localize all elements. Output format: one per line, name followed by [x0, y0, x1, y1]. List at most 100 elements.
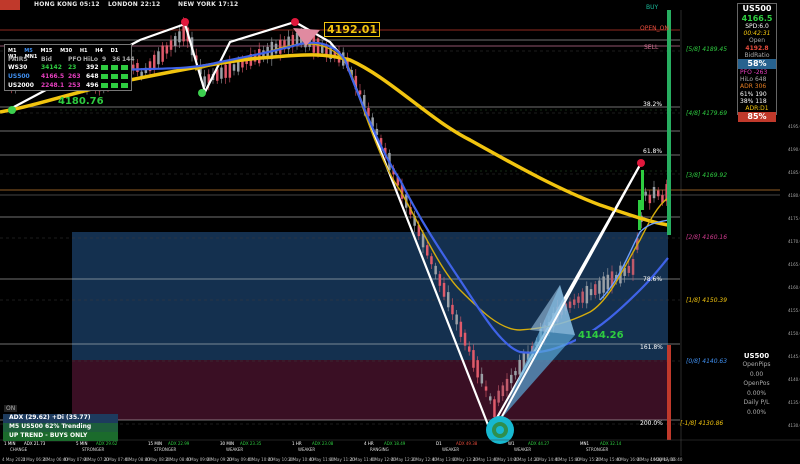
strip-tf: 30 MIN	[220, 441, 234, 446]
candle-body	[585, 285, 589, 304]
low-marker	[8, 106, 16, 114]
tf-m15[interactable]: M15	[40, 48, 52, 54]
trend-square	[111, 74, 118, 79]
fib-618-label: 61.8%	[643, 148, 663, 155]
trend-bar-red	[667, 345, 671, 440]
candle-body	[174, 36, 177, 46]
price-tick-label: 4130.00	[788, 423, 800, 428]
strip-adx: ADX 49.38	[456, 441, 478, 446]
strip-adx: ADX 18.49	[384, 441, 406, 446]
price-tick-label: 4145.00	[788, 354, 800, 359]
candle-body	[505, 378, 509, 391]
daily-pl-value: 0.00%	[746, 408, 767, 416]
candle-body	[258, 49, 261, 64]
panel-open-label: Open	[748, 37, 766, 45]
candle-body	[136, 63, 139, 72]
adx-strip: 1 MIN ADX 21.73 CHANGE 5 MIN ADX 29.62 STRONG…	[0, 441, 680, 455]
trend-square	[111, 65, 118, 70]
price-tick-label: 4150.00	[788, 331, 800, 336]
fib-786-label: 78.6%	[643, 276, 663, 283]
pair-row-us2000[interactable]: US2000 2248.1 253 496	[8, 82, 130, 90]
low-marker-2	[198, 89, 206, 97]
candle-body	[220, 67, 223, 79]
panel-pfo: PFO -263	[740, 69, 768, 77]
high-marker-3	[637, 159, 645, 167]
panel-spread: SPD:6.0	[745, 23, 769, 30]
pair-bid: 34142	[41, 64, 62, 71]
candle-body	[279, 39, 282, 54]
position-panel: US500 OpenPips 0.00 OpenPos 0.00% Daily …	[733, 352, 780, 432]
price-label-left: 4180.76	[58, 96, 104, 107]
strip-adx: ADX 22.99	[168, 441, 190, 446]
candle-body	[627, 265, 631, 273]
pair-pfo: 253	[68, 82, 81, 89]
trend-square	[121, 65, 128, 70]
candle-body	[589, 289, 593, 296]
candle-body	[598, 280, 601, 294]
time-tick-label: 4 May 17:00	[650, 457, 675, 462]
tf-h4[interactable]: H4	[95, 48, 103, 54]
pair-row-ws30[interactable]: WS30 34142 23 392	[8, 64, 130, 72]
adx-line-1: ADX (29.62) +Di (35.77)	[3, 414, 118, 423]
panel-open-value: 4192.8	[745, 44, 769, 52]
tf-h1[interactable]: H1	[80, 48, 88, 54]
trend-square	[121, 83, 128, 88]
pair-hilo: 648	[86, 73, 99, 80]
pair-name: US2000	[8, 82, 34, 89]
panel-adr-38: 38% 118	[740, 97, 767, 105]
fib-382-label: 38.2%	[643, 101, 663, 108]
on-toggle[interactable]: ON	[4, 405, 18, 412]
panel-hilo: HiLo 648	[740, 76, 767, 84]
tf-m30[interactable]: M30	[60, 48, 72, 54]
candle-body	[447, 292, 450, 308]
strip-state: STRONGER	[154, 447, 177, 452]
position-symbol: US500	[743, 352, 770, 360]
candle-body	[182, 23, 185, 42]
candle-body	[426, 245, 429, 256]
session-bar: HONG KONG 05:12 LONDON 22:12 NEW YORK 17…	[0, 0, 800, 10]
candle-body	[169, 40, 173, 50]
sell-label: SELL	[644, 44, 659, 51]
candle-body	[165, 45, 169, 54]
pairs-subheader: PAIRS Bid PFO HiLo 9 36 144	[8, 56, 135, 64]
candle-body	[459, 321, 463, 337]
candle-body	[652, 186, 656, 199]
mm-38-label: [3/8] 4169.92	[686, 172, 728, 179]
strip-adx: ADX 29.62	[96, 441, 118, 446]
candle-body	[602, 276, 605, 293]
trend-bar-green	[667, 0, 671, 235]
strip-state: WEAKER	[298, 447, 316, 452]
pair-row-us500[interactable]: US500 4166.5 263 648	[8, 73, 130, 81]
price-tick-label: 4140.00	[788, 377, 800, 382]
candle-body	[480, 373, 484, 384]
tf-d1[interactable]: D1	[111, 48, 119, 54]
strip-adx: ADX 23.35	[240, 441, 262, 446]
pair-hilo: 496	[86, 82, 99, 89]
pair-bid: 4166.5	[41, 73, 65, 80]
candle-body	[430, 256, 433, 265]
time-axis: 4 May 2022 4 May 06:20 4 May 06:40 4 May 07…	[0, 456, 800, 464]
candle-body	[224, 64, 227, 78]
price-tick-label: 4135.00	[788, 400, 800, 405]
price-tick-label: 4160.00	[788, 285, 800, 290]
buy-label: BUY	[646, 4, 659, 11]
candle-body	[463, 332, 467, 346]
price-label-mid: 4144.26	[576, 330, 626, 341]
sell-zone	[72, 360, 668, 420]
col-144: 144	[122, 56, 135, 63]
candle-body	[657, 190, 660, 197]
strip-adx: ADX 21.73	[24, 441, 46, 446]
strip-tf: MN1	[580, 441, 589, 446]
candle-body	[581, 291, 584, 303]
mm-28-label: [2/8] 4160.16	[686, 234, 728, 241]
strip-state: WEAKER	[514, 447, 532, 452]
price-tick-label: 4175.00	[788, 216, 800, 221]
col-bid: Bid	[41, 56, 52, 63]
strip-state: WEAKER	[226, 447, 244, 452]
col-9: 9	[102, 56, 107, 63]
session-hong-kong: HONG KONG 05:12	[34, 1, 100, 8]
col-36: 36	[112, 56, 121, 63]
pair-pfo: 263	[68, 73, 81, 80]
openpips-label: OpenPips	[742, 361, 771, 368]
pairs-table: M1 M5 M15 M30 H1 H4 D1 W1 MN1 PAIRS Bid …	[4, 44, 135, 91]
